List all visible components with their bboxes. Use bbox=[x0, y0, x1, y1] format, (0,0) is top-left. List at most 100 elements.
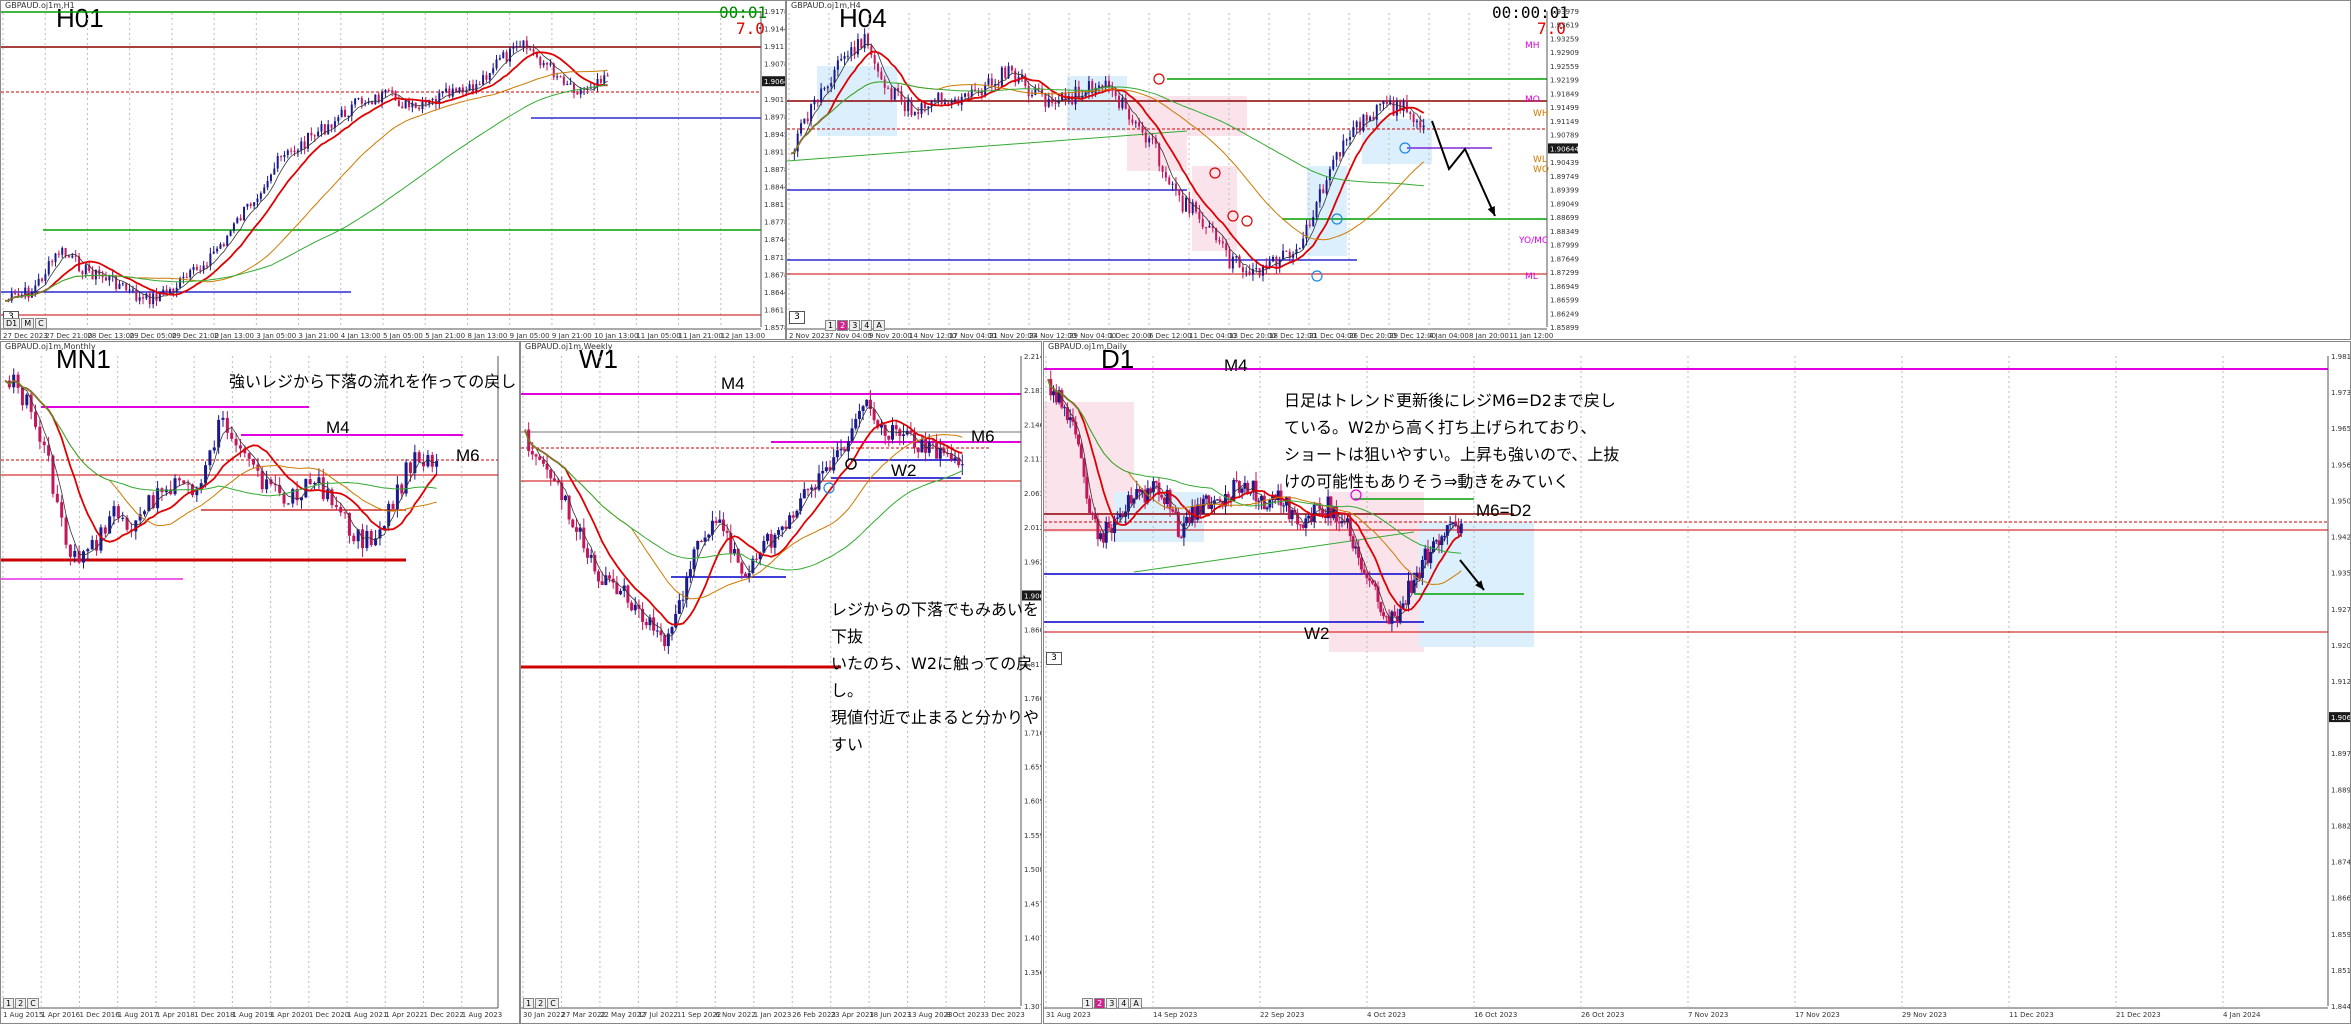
candle-body bbox=[854, 419, 858, 429]
swing-marker bbox=[1311, 270, 1323, 282]
tab-a[interactable]: A bbox=[873, 320, 885, 331]
tab-2[interactable]: 2 bbox=[837, 320, 849, 331]
price-chart[interactable]: 31 Aug 2023 14 Sep 2023 22 Sep 2023 4 Oct 2… bbox=[1044, 342, 2351, 1024]
candle-body bbox=[142, 297, 145, 299]
price-chart[interactable]: 27 Dec 202327 Dec 21:0028 Dec 13:0029 De… bbox=[1, 1, 786, 340]
candle-body bbox=[1257, 500, 1261, 502]
tab-2[interactable]: 2 bbox=[15, 998, 27, 1009]
y-tick-label: 1.89119 bbox=[764, 148, 786, 156]
candle-body bbox=[773, 534, 777, 548]
level-label-m4: M4 bbox=[326, 418, 350, 437]
tab-a[interactable]: A bbox=[1130, 998, 1142, 1009]
note-line: けの可能性もありそう⇒動きをみていく bbox=[1284, 472, 1570, 491]
candle-body bbox=[1104, 522, 1108, 543]
candle-body bbox=[441, 91, 444, 94]
tab-1[interactable]: 1 bbox=[3, 998, 15, 1009]
candle-body bbox=[791, 515, 795, 518]
y-tick-label: 1.91119 bbox=[764, 43, 786, 51]
candle-body bbox=[1349, 137, 1352, 140]
tab-c[interactable]: C bbox=[35, 318, 47, 329]
candle-body bbox=[1054, 102, 1057, 104]
tab-4[interactable]: 4 bbox=[1118, 998, 1130, 1009]
candle-body bbox=[156, 488, 160, 509]
tab-d1[interactable]: D1 bbox=[3, 318, 21, 329]
tab-m[interactable]: M bbox=[21, 318, 35, 329]
candle-body bbox=[927, 441, 931, 453]
candle-body bbox=[780, 526, 784, 530]
candle-body bbox=[718, 519, 722, 523]
candle-body bbox=[145, 293, 148, 299]
timeframe-tabs[interactable]: 12C bbox=[3, 998, 40, 1009]
candle-body bbox=[1131, 119, 1134, 123]
candle-body bbox=[263, 187, 266, 194]
note-line: 日足はトレンド更新後にレジM6=D2まで戻し bbox=[1284, 391, 1616, 410]
price-chart[interactable]: 2 Nov 2023 7 Nov 04:009 Nov 20:0014 Nov 1… bbox=[787, 1, 2351, 340]
candle-body bbox=[599, 79, 602, 83]
candle-body bbox=[273, 168, 276, 175]
zoom-button[interactable]: 3 bbox=[1046, 652, 1062, 665]
chart-panel-h01[interactable]: GBPAUD.oj1m,H1 H01 00:01 7.0 27 Dec 2023… bbox=[0, 0, 786, 340]
tab-1[interactable]: 1 bbox=[1082, 998, 1094, 1009]
candle-body bbox=[1368, 578, 1372, 581]
y-tick-label: 1.86789 bbox=[764, 271, 786, 279]
y-tick-label: 1.91149 bbox=[1550, 118, 1579, 126]
tab-3[interactable]: 3 bbox=[849, 320, 861, 331]
candle-body bbox=[138, 297, 141, 301]
note-line: いたのち、W2に触っての戻し。 bbox=[831, 654, 1033, 700]
candle-body bbox=[1154, 481, 1158, 483]
timeframe-tabs[interactable]: 12C bbox=[523, 998, 560, 1009]
x-tick-label: 6 Nov 2022 bbox=[715, 1011, 755, 1019]
candle-body bbox=[1393, 611, 1397, 617]
candle-body bbox=[826, 86, 829, 89]
candle-body bbox=[566, 83, 569, 85]
tab-c[interactable]: C bbox=[27, 998, 39, 1009]
candle-body bbox=[1443, 535, 1447, 537]
candle-body bbox=[234, 438, 238, 446]
candle-body bbox=[387, 90, 390, 92]
tab-1[interactable]: 1 bbox=[523, 998, 535, 1009]
candle-body bbox=[131, 289, 134, 291]
candle-body bbox=[931, 441, 935, 444]
timeframe-tabs[interactable]: 1234A bbox=[1082, 998, 1143, 1009]
candle-body bbox=[1210, 504, 1214, 509]
tab-3[interactable]: 3 bbox=[1106, 998, 1118, 1009]
candle-body bbox=[832, 457, 836, 471]
zoom-button[interactable]: 3 bbox=[789, 311, 805, 324]
chart-panel-w1[interactable]: GBPAUD.oj1m,Weekly W1 30 Jan 2022 27 Mar … bbox=[520, 341, 1042, 1024]
price-chart[interactable]: 1 Aug 20151 Apr 2016 1 Dec 20161 Aug 2017… bbox=[1, 342, 520, 1024]
candle-body bbox=[1010, 66, 1013, 71]
y-tick-label: 1.91449 bbox=[764, 26, 786, 34]
candle-body bbox=[870, 45, 873, 56]
chart-panel-h04[interactable]: GBPAUD.oj1m,H4 H04 00:00:01 7.0 2 Nov 20… bbox=[786, 0, 2351, 340]
timeframe-tabs[interactable]: 1234A bbox=[825, 320, 886, 331]
candle-body bbox=[824, 467, 828, 472]
candle-body bbox=[655, 630, 659, 632]
candle-body bbox=[1176, 512, 1180, 537]
candle-body bbox=[60, 502, 64, 518]
tab-4[interactable]: 4 bbox=[861, 320, 873, 331]
tab-2[interactable]: 2 bbox=[1094, 998, 1106, 1009]
candle-body bbox=[47, 261, 50, 275]
timeframe-tabs[interactable]: D1 M C bbox=[3, 318, 48, 329]
chart-panel-mn1[interactable]: GBPAUD.oj1m,Monthly MN1 1 Aug 2015 1 Apr … bbox=[0, 341, 520, 1024]
candle-body bbox=[920, 439, 924, 453]
tab-2[interactable]: 2 bbox=[535, 998, 547, 1009]
candle-body bbox=[1240, 488, 1244, 493]
candle-body bbox=[736, 549, 740, 563]
candle-body bbox=[230, 432, 234, 439]
candle-body bbox=[1312, 216, 1315, 226]
tab-c[interactable]: C bbox=[547, 998, 559, 1009]
x-tick-label: 1 Aug 2019 bbox=[232, 1011, 272, 1019]
candle-body bbox=[820, 88, 823, 103]
candle-body bbox=[276, 156, 279, 169]
candle-body bbox=[1318, 189, 1321, 203]
candle-body bbox=[563, 495, 567, 501]
candle-body bbox=[552, 478, 556, 482]
candle-body bbox=[253, 202, 256, 206]
candle-body bbox=[1415, 120, 1418, 123]
chart-panel-d1[interactable]: GBPAUD.oj1m,Daily D1 31 Aug 2023 14 Sep 2… bbox=[1043, 341, 2351, 1024]
tab-1[interactable]: 1 bbox=[825, 320, 837, 331]
candle-body bbox=[1144, 132, 1147, 143]
candle-body bbox=[327, 124, 330, 135]
x-tick-label: 21 Dec 2023 bbox=[2116, 1011, 2161, 1019]
